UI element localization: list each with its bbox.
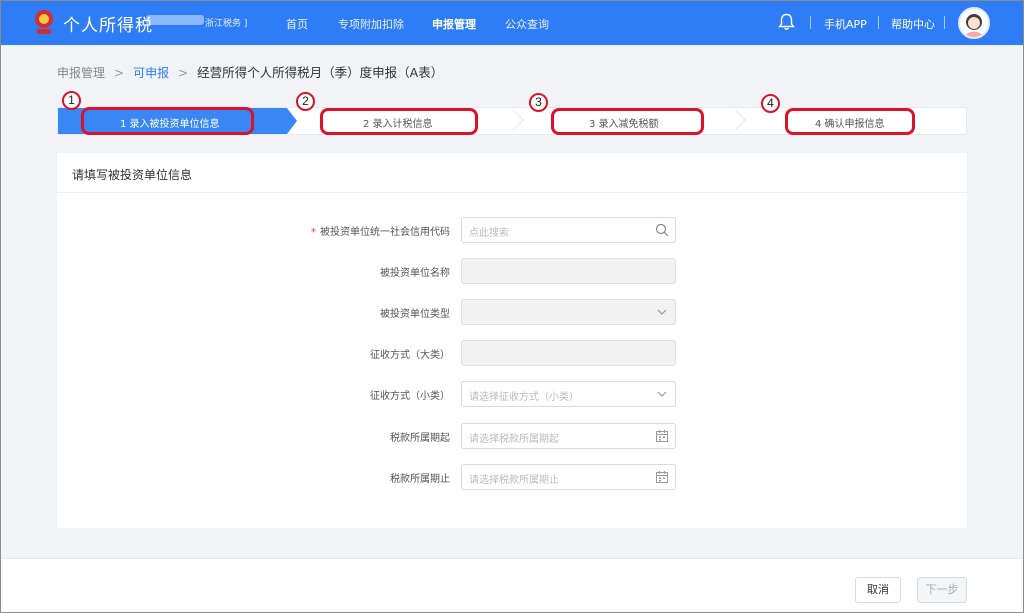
breadcrumb-declarable[interactable]: 可申报 <box>133 66 169 80</box>
step-separator-chevron <box>504 110 524 130</box>
collection-method-minor-select[interactable]: 请选择征收方式（小类） <box>461 381 676 407</box>
topbar-divider <box>810 16 811 29</box>
nav-public-query[interactable]: 公众查询 <box>505 16 549 32</box>
topbar-divider <box>944 16 945 29</box>
chevron-down-icon[interactable] <box>655 387 669 401</box>
collection-method-minor-placeholder: 请选择征收方式（小类） <box>469 392 579 403</box>
search-icon[interactable] <box>655 223 669 237</box>
user-avatar-icon <box>963 14 985 37</box>
breadcrumb-declaration-management[interactable]: 申报管理 <box>57 66 105 80</box>
investee-name-label: 被投资单位名称 <box>380 268 450 279</box>
credit-code-label: * 被投资单位统一社会信用代码 <box>250 223 450 238</box>
step-separator-chevron <box>726 110 746 130</box>
tax-period-end-label: 税款所属期止 <box>390 474 450 485</box>
nav-home[interactable]: 首页 <box>286 16 308 32</box>
annotation-number-3: 3 <box>529 93 548 112</box>
credit-code-placeholder: 点此搜索 <box>469 228 509 239</box>
next-step-button[interactable]: 下一步 <box>917 577 967 603</box>
annotation-ring-step-2 <box>320 108 478 135</box>
topbar-divider <box>878 16 879 29</box>
section-title: 请填写被投资单位信息 <box>72 168 193 182</box>
breadcrumb: 申报管理 > 可申报 > 经营所得个人所得税月（季）度申报（A表） <box>57 62 443 81</box>
region-suffix: 浙江税务 ] <box>205 19 248 29</box>
step-1-arrow <box>287 108 297 134</box>
collection-method-major-label: 征收方式（大类） <box>370 350 450 361</box>
investee-name-field <box>461 258 676 284</box>
section-divider <box>57 192 967 193</box>
app-title[interactable]: 个人所得税 <box>63 11 153 36</box>
breadcrumb-separator: > <box>178 66 189 80</box>
help-center-link[interactable]: 帮助中心 <box>891 16 935 32</box>
tax-period-end-placeholder: 请选择税款所属期止 <box>469 475 559 486</box>
required-asterisk: * <box>311 227 316 238</box>
annotation-ring-step-3 <box>551 108 704 135</box>
region-name-redacted <box>146 15 204 25</box>
tax-period-start-placeholder: 请选择税款所属期起 <box>469 434 559 445</box>
mobile-app-link[interactable]: 手机APP <box>824 16 867 32</box>
nav-special-deduction[interactable]: 专项附加扣除 <box>338 16 404 32</box>
top-navigation-bar: 个人所得税 浙江税务 ] 首页 专项附加扣除 申报管理 公众查询 手机APP 帮… <box>0 0 1024 45</box>
collection-method-minor-label: 征收方式（小类） <box>370 391 450 402</box>
breadcrumb-separator: > <box>114 66 125 80</box>
tax-emblem-icon <box>35 10 53 34</box>
collection-method-major-field <box>461 340 676 366</box>
tax-period-start-label: 税款所属期起 <box>390 433 450 444</box>
tax-period-start-date-picker[interactable]: 请选择税款所属期起 <box>461 423 676 449</box>
bell-icon[interactable] <box>778 13 795 31</box>
investee-type-select <box>461 299 676 325</box>
user-avatar[interactable] <box>958 7 990 39</box>
form-footer: 取消 下一步 <box>0 558 1024 613</box>
annotation-number-1: 1 <box>62 91 81 110</box>
annotation-number-2: 2 <box>296 92 315 111</box>
cancel-button[interactable]: 取消 <box>855 577 901 603</box>
annotation-ring-step-4 <box>785 108 915 135</box>
tax-period-end-date-picker[interactable]: 请选择税款所属期止 <box>461 464 676 490</box>
nav-declaration-management[interactable]: 申报管理 <box>432 16 476 32</box>
breadcrumb-current-page: 经营所得个人所得税月（季）度申报（A表） <box>197 65 444 80</box>
credit-code-label-text: 被投资单位统一社会信用代码 <box>320 227 450 238</box>
calendar-icon[interactable] <box>655 470 669 484</box>
investee-info-form: 请填写被投资单位信息 * 被投资单位统一社会信用代码 点此搜索 被投资单位名称 被… <box>57 153 967 528</box>
calendar-icon[interactable] <box>655 429 669 443</box>
annotation-number-4: 4 <box>761 94 780 113</box>
credit-code-search-input[interactable]: 点此搜索 <box>461 217 676 243</box>
investee-type-label: 被投资单位类型 <box>380 309 450 320</box>
chevron-down-icon <box>657 309 667 315</box>
annotation-ring-step-1 <box>81 107 254 135</box>
